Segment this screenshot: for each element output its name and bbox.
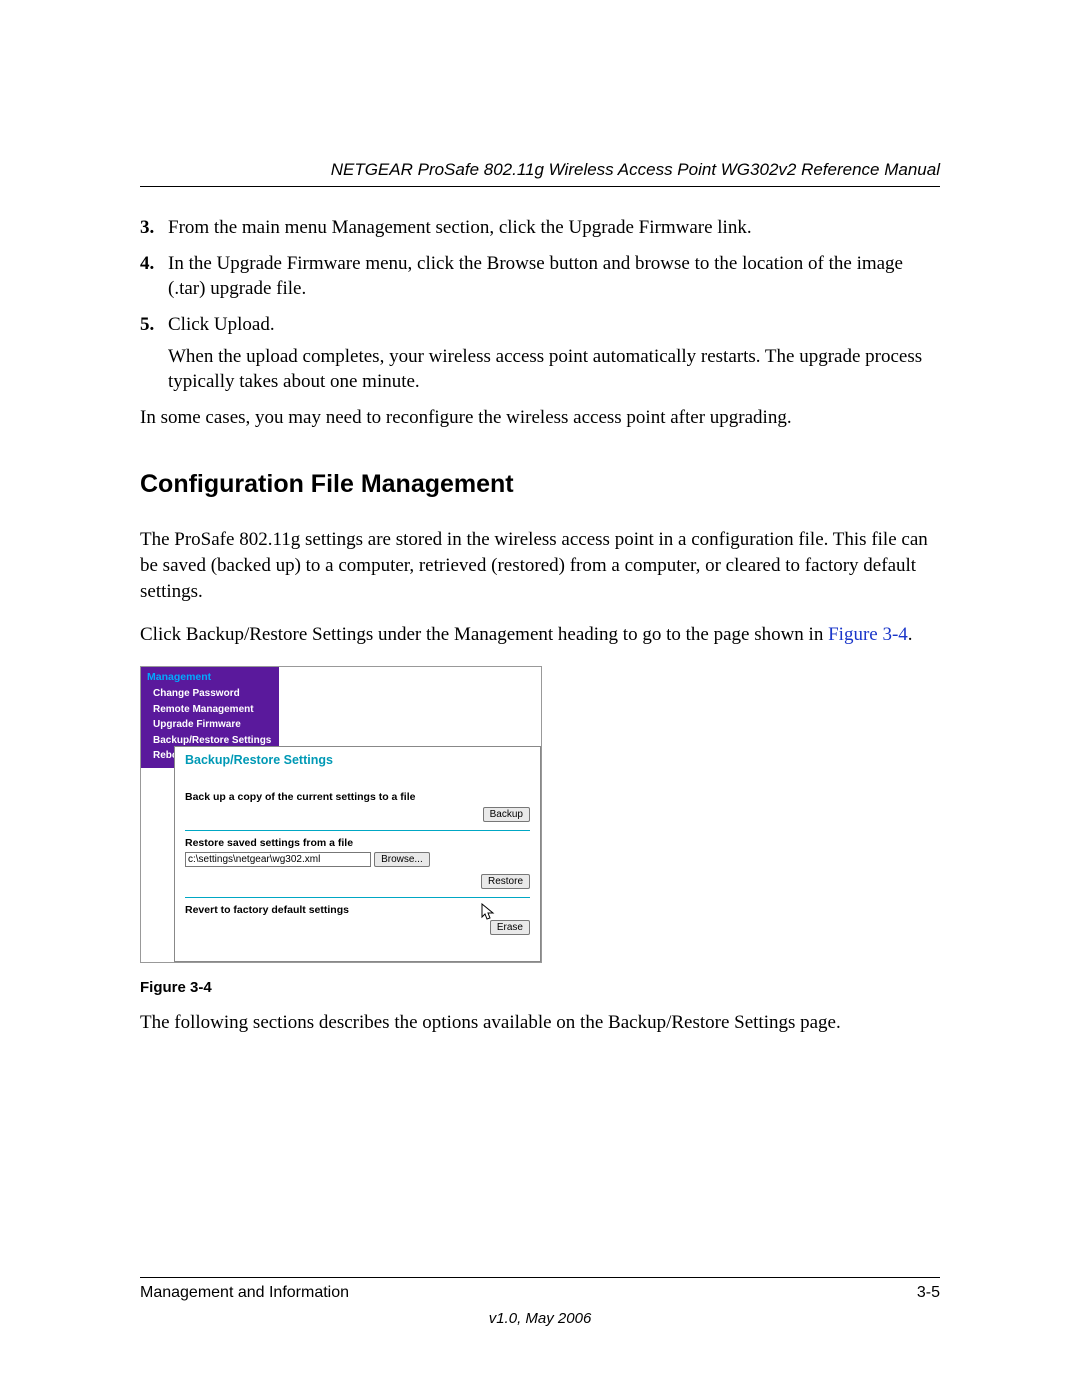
- step-5: 5. Click Upload. When the upload complet…: [140, 312, 940, 395]
- erase-button[interactable]: Erase: [490, 920, 530, 935]
- step-number: 3.: [140, 215, 168, 241]
- step-text: From the main menu Management section, c…: [168, 215, 940, 241]
- restore-label: Restore saved settings from a file: [185, 837, 530, 849]
- footer-page-number: 3-5: [917, 1284, 940, 1302]
- figure-caption: Figure 3-4: [140, 979, 940, 996]
- p2-part-b: .: [908, 624, 913, 645]
- section-paragraph-1: The ProSafe 802.11g settings are stored …: [140, 527, 940, 604]
- sidebar-item-remote-management[interactable]: Remote Management: [147, 702, 273, 718]
- sidebar-item-upgrade-firmware[interactable]: Upgrade Firmware: [147, 717, 273, 733]
- browse-button[interactable]: Browse...: [374, 852, 430, 867]
- divider: [185, 897, 530, 898]
- footer-version: v1.0, May 2006: [140, 1310, 940, 1327]
- step-number: 4.: [140, 251, 168, 302]
- footer-rule: [140, 1277, 940, 1278]
- figure-3-4: Management Change Password Remote Manage…: [140, 666, 940, 996]
- restore-file-path-input[interactable]: [185, 852, 371, 867]
- p2-part-a: Click Backup/Restore Settings under the …: [140, 624, 828, 645]
- step-text: Click Upload. When the upload completes,…: [168, 312, 940, 395]
- backup-restore-panel: Backup/Restore Settings Back up a copy o…: [174, 746, 541, 962]
- divider: [185, 830, 530, 831]
- backup-restore-screenshot: Management Change Password Remote Manage…: [140, 666, 542, 963]
- panel-title: Backup/Restore Settings: [185, 751, 530, 787]
- revert-label: Revert to factory default settings: [185, 904, 530, 916]
- step-3: 3. From the main menu Management section…: [140, 215, 940, 241]
- management-heading: Management: [147, 671, 273, 683]
- step-text: In the Upgrade Firmware menu, click the …: [168, 251, 940, 302]
- step-number: 5.: [140, 312, 168, 395]
- paragraph-after-figure: The following sections describes the opt…: [140, 1010, 940, 1036]
- step-text-extra: When the upload completes, your wireless…: [168, 344, 940, 395]
- backup-label: Back up a copy of the current settings t…: [185, 791, 530, 803]
- paragraph-after-steps: In some cases, you may need to reconfigu…: [140, 405, 940, 431]
- backup-button[interactable]: Backup: [483, 807, 530, 822]
- sidebar-item-change-password[interactable]: Change Password: [147, 686, 273, 702]
- numbered-steps: 3. From the main menu Management section…: [140, 215, 940, 395]
- footer-section-title: Management and Information: [140, 1284, 349, 1302]
- figure-reference-link[interactable]: Figure 3-4: [828, 624, 908, 645]
- step-text-main: Click Upload.: [168, 314, 275, 335]
- restore-button[interactable]: Restore: [481, 874, 530, 889]
- section-heading: Configuration File Management: [140, 470, 940, 499]
- page-footer: Management and Information 3-5 v1.0, May…: [140, 1277, 940, 1327]
- running-header: NETGEAR ProSafe 802.11g Wireless Access …: [140, 160, 940, 187]
- step-4: 4. In the Upgrade Firmware menu, click t…: [140, 251, 940, 302]
- section-paragraph-2: Click Backup/Restore Settings under the …: [140, 622, 940, 648]
